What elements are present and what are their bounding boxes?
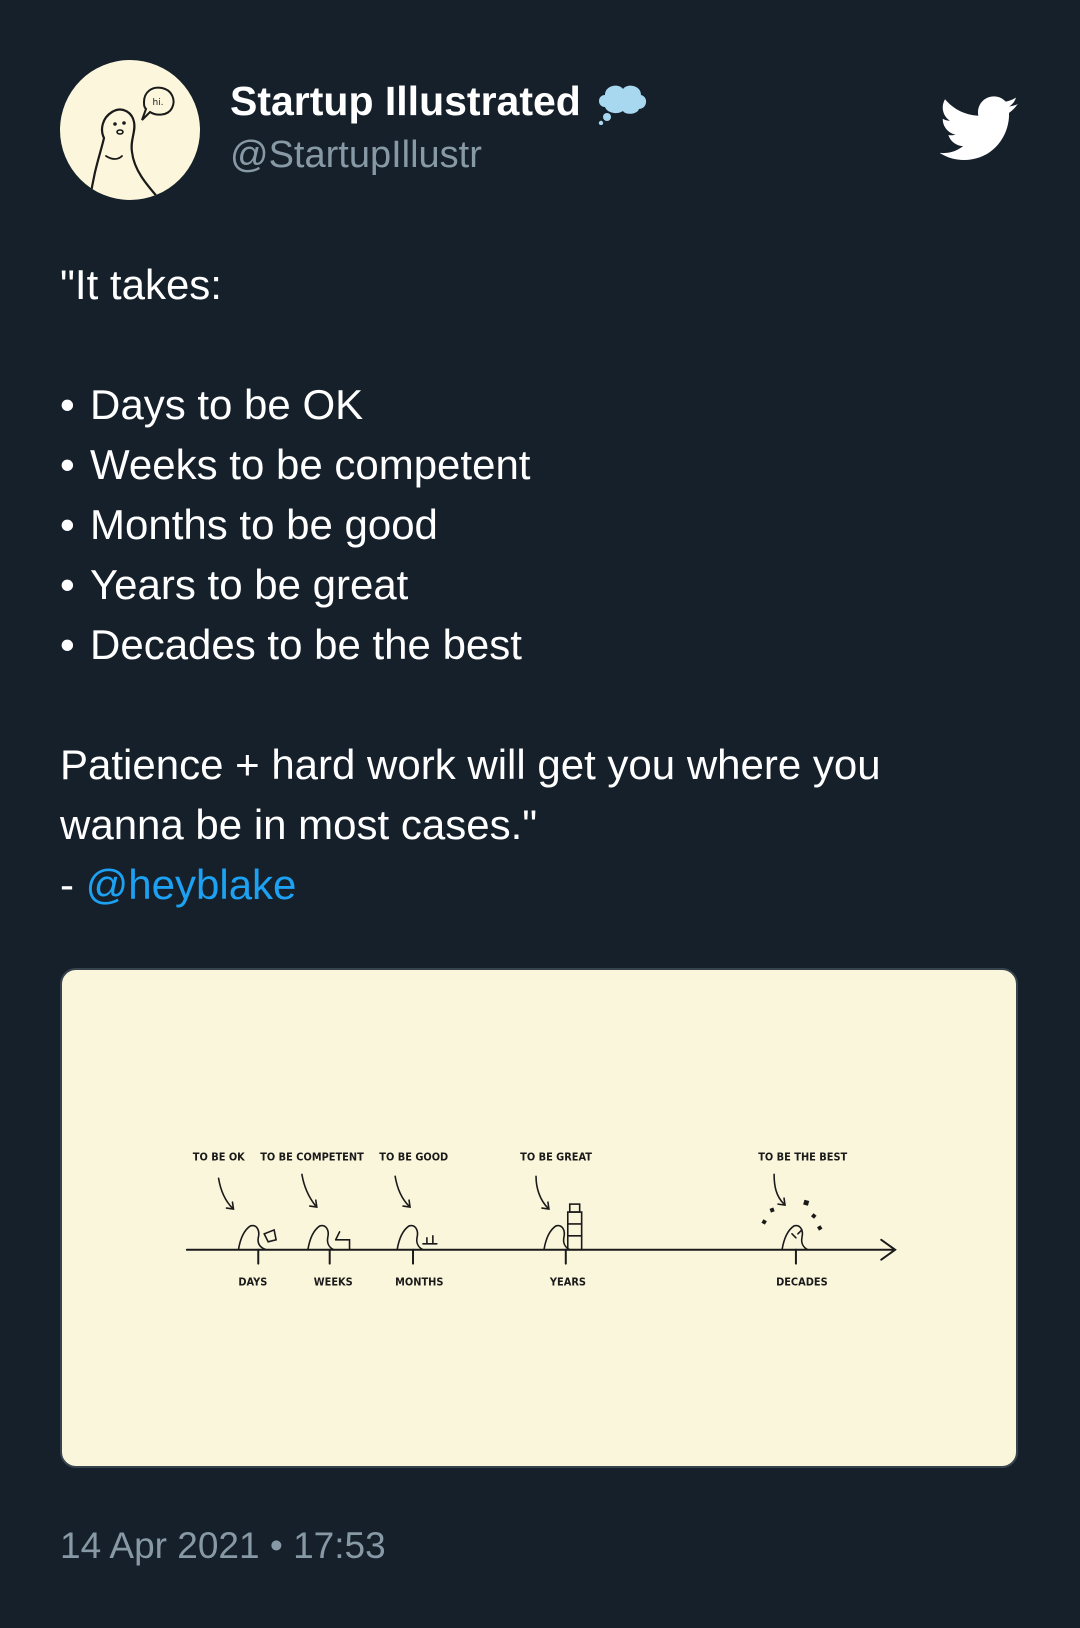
bullet-text: Decades to be the best bbox=[90, 621, 522, 668]
hi-character-avatar-icon: hi. bbox=[88, 86, 175, 200]
thought-cloud-icon bbox=[595, 79, 649, 125]
avatar-speech-text: hi. bbox=[152, 98, 163, 108]
axis-decades: DECADES bbox=[776, 1275, 828, 1288]
figure-icon bbox=[237, 1224, 278, 1251]
tweet-card: hi. Startup Illustrated @StartupIllustr … bbox=[0, 0, 1080, 1628]
bullet-item: • Weeks to be competent bbox=[60, 441, 531, 488]
axis-days: DAYS bbox=[238, 1275, 267, 1288]
bullet-item: • Days to be OK bbox=[60, 381, 364, 428]
tweet-open-line: "It takes: bbox=[60, 261, 222, 308]
label-to-be-good: TO BE GOOD bbox=[379, 1150, 448, 1163]
tweet-closing-line: Patience + hard work will get you where … bbox=[60, 741, 881, 788]
axis-weeks: WEEKS bbox=[314, 1275, 353, 1288]
figure-icon bbox=[781, 1224, 809, 1251]
attribution-prefix: - bbox=[60, 861, 86, 908]
bullet-text: Months to be good bbox=[90, 501, 438, 548]
user-display-name[interactable]: Startup Illustrated bbox=[230, 78, 649, 125]
label-to-be-the-best: TO BE THE BEST bbox=[758, 1150, 847, 1163]
axis-months: MONTHS bbox=[395, 1275, 443, 1288]
figure-icon bbox=[307, 1224, 351, 1251]
bullet-text: Weeks to be competent bbox=[90, 441, 531, 488]
label-to-be-ok: TO BE OK bbox=[193, 1150, 245, 1163]
axis-years: YEARS bbox=[549, 1275, 586, 1288]
figure-icon bbox=[396, 1224, 438, 1251]
avatar[interactable]: hi. bbox=[60, 60, 200, 200]
tweet-closing-line: wanna be in most cases." bbox=[60, 801, 538, 848]
bullet-item: • Decades to be the best bbox=[60, 621, 522, 668]
label-to-be-great: TO BE GREAT bbox=[520, 1150, 592, 1163]
tweet-timestamp[interactable]: 14 Apr 2021 • 17:53 bbox=[60, 1525, 386, 1567]
figure-icon bbox=[543, 1203, 583, 1251]
label-to-be-competent: TO BE COMPETENT bbox=[260, 1150, 364, 1163]
confetti-icon bbox=[761, 1199, 823, 1231]
tweet-attribution: - @heyblake bbox=[60, 855, 1020, 915]
twitter-bird-icon[interactable] bbox=[939, 96, 1020, 162]
display-name-text: Startup Illustrated bbox=[230, 78, 581, 124]
mention-link[interactable]: @heyblake bbox=[86, 861, 297, 908]
tweet-body: "It takes: • Days to be OK • Weeks to be c… bbox=[60, 255, 1020, 915]
bullet-item: • Months to be good bbox=[60, 501, 438, 548]
user-handle[interactable]: @StartupIllustr bbox=[230, 134, 482, 177]
bullet-text: Years to be great bbox=[90, 561, 409, 608]
bullet-item: • Years to be great bbox=[60, 561, 409, 608]
tweet-media-image[interactable]: TO BE OK TO BE COMPETENT TO BE GOOD TO B… bbox=[60, 968, 1018, 1468]
timeline-illustration: TO BE OK TO BE COMPETENT TO BE GOOD TO B… bbox=[185, 1150, 897, 1288]
bullet-text: Days to be OK bbox=[90, 381, 364, 428]
